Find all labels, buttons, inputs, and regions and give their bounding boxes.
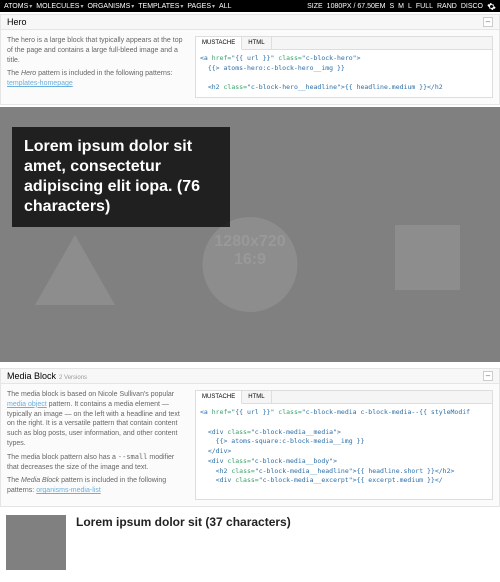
size-value: 1080PX / 67.50EM xyxy=(327,3,386,10)
chevron-down-icon: ▾ xyxy=(180,3,183,10)
nav-atoms[interactable]: ATOMS▾ xyxy=(4,3,32,10)
size-disco[interactable]: DISCO xyxy=(461,3,483,10)
hero-desc-text: The hero is a large block that typically… xyxy=(7,36,187,65)
media-description: The media block is based on Nicole Sulli… xyxy=(7,390,187,500)
tab-html[interactable]: HTML xyxy=(242,391,271,403)
media-desc-lineage: The Media Block pattern is included in t… xyxy=(7,476,187,496)
media-object-link[interactable]: media object xyxy=(7,401,47,408)
media-headline: Lorem ipsum dolor sit (37 characters) xyxy=(76,515,291,529)
toolbar-right: SIZE 1080PX / 67.50EM S M L FULL RAND DI… xyxy=(307,2,496,11)
collapse-toggle[interactable]: – xyxy=(483,17,493,27)
size-m[interactable]: M xyxy=(398,3,404,10)
media-version-meta: 2 Versions xyxy=(59,375,87,381)
media-desc-1: The media block is based on Nicole Sulli… xyxy=(7,390,187,449)
size-label: SIZE xyxy=(307,3,323,10)
tab-mustache[interactable]: MUSTACHE xyxy=(196,391,242,404)
chevron-down-icon: ▾ xyxy=(131,3,134,10)
gear-icon[interactable] xyxy=(487,2,496,11)
pattern-nav: ATOMS▾ MOLECULES▾ ORGANISMS▾ TEMPLATES▾ … xyxy=(4,3,232,10)
hero-pattern-header: Hero – xyxy=(0,14,500,29)
media-code-content: <a href="{{ url }}" class="c-block-media… xyxy=(196,404,492,490)
hero-pattern-body: The hero is a large block that typically… xyxy=(0,29,500,105)
media-code-panel: MUSTACHE HTML <a href="{{ url }}" class=… xyxy=(195,390,493,500)
media-pattern-body: The media block is based on Nicole Sulli… xyxy=(0,383,500,507)
nav-templates[interactable]: TEMPLATES▾ xyxy=(138,3,183,10)
hero-desc-lineage: The Hero pattern is included in the foll… xyxy=(7,69,187,89)
hero-preview: 1280x720 16:9 Lorem ipsum dolor sit amet… xyxy=(0,107,500,362)
lineage-link[interactable]: organisms-media-list xyxy=(36,487,101,494)
size-rand[interactable]: RAND xyxy=(437,3,457,10)
hero-code-content: <a href="{{ url }}" class="c-block-hero"… xyxy=(196,50,492,97)
hero-headline: Lorem ipsum dolor sit amet, consectetur … xyxy=(12,127,230,227)
media-placeholder-image xyxy=(6,515,66,570)
nav-all[interactable]: ALL xyxy=(219,3,231,10)
media-code-tabs: MUSTACHE HTML xyxy=(196,391,492,404)
nav-pages[interactable]: PAGES▾ xyxy=(187,3,215,10)
size-full[interactable]: FULL xyxy=(416,3,433,10)
media-pattern-header: Media Block2 Versions – xyxy=(0,368,500,383)
size-s[interactable]: S xyxy=(389,3,394,10)
chevron-down-icon: ▾ xyxy=(29,3,32,10)
nav-organisms[interactable]: ORGANISMS▾ xyxy=(87,3,134,10)
top-toolbar: ATOMS▾ MOLECULES▾ ORGANISMS▾ TEMPLATES▾ … xyxy=(0,0,500,12)
lineage-link[interactable]: templates-homepage xyxy=(7,80,73,87)
hero-description: The hero is a large block that typically… xyxy=(7,36,187,98)
hero-code-panel: MUSTACHE HTML <a href="{{ url }}" class=… xyxy=(195,36,493,98)
tab-mustache[interactable]: MUSTACHE xyxy=(196,37,242,50)
placeholder-triangle-icon xyxy=(35,235,115,305)
media-preview: Lorem ipsum dolor sit (37 characters) xyxy=(0,507,500,578)
chevron-down-icon: ▾ xyxy=(212,3,215,10)
media-desc-2: The media block pattern also has a --sma… xyxy=(7,453,187,473)
hero-pattern-title: Hero xyxy=(7,17,27,27)
tab-html[interactable]: HTML xyxy=(242,37,271,49)
chevron-down-icon: ▾ xyxy=(80,3,83,10)
size-l[interactable]: L xyxy=(408,3,412,10)
media-pattern-title: Media Block2 Versions xyxy=(7,371,87,381)
hero-code-tabs: MUSTACHE HTML xyxy=(196,37,492,50)
nav-molecules[interactable]: MOLECULES▾ xyxy=(36,3,83,10)
placeholder-square-icon xyxy=(395,225,460,290)
placeholder-dimensions: 1280x720 16:9 xyxy=(214,233,285,268)
collapse-toggle[interactable]: – xyxy=(483,371,493,381)
